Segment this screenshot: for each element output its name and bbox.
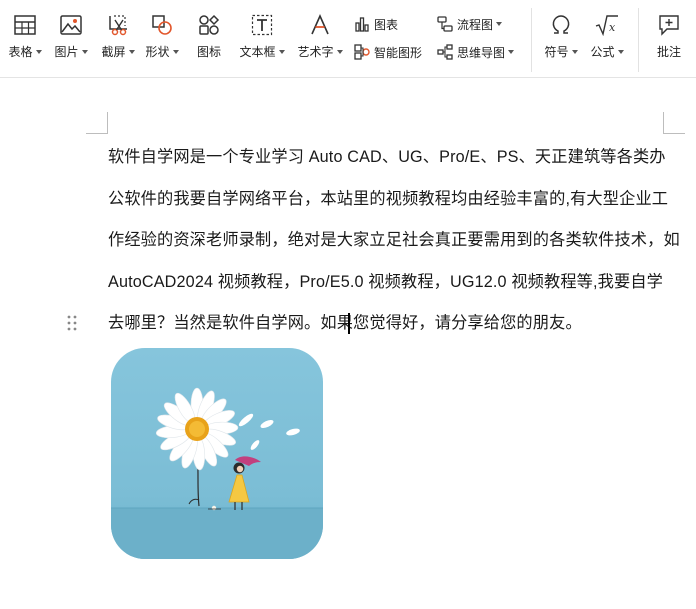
svg-text:x: x [609,21,616,34]
textbox-label: 文本框 [239,45,276,59]
table-button[interactable]: 表格 [4,0,46,60]
daisy-girl-illustration [111,348,323,559]
chevron-down-icon [172,49,179,54]
chevron-down-icon [336,49,343,54]
comment-button[interactable]: 批注 [648,0,690,60]
formula-button[interactable]: x 公式 [586,0,628,60]
mindmap-label: 思维导图 [457,45,506,60]
mindmap-icon [437,44,453,60]
formula-label: 公式 [590,45,615,59]
picture-button[interactable]: 图片 [50,0,92,60]
icon-library-icon [196,12,222,38]
chart-label: 图表 [374,17,399,32]
document-body[interactable]: 软件自学网是一个专业学习 Auto CAD、UG、Pro/E、PS、天正建筑等各… [108,137,680,345]
chevron-down-icon [617,49,624,54]
wordart-label: 艺术字 [297,45,334,59]
margin-corner-top-left [86,112,108,134]
image-icon [58,12,84,38]
inserted-image[interactable] [111,348,323,559]
text-cursor [348,313,350,334]
chevron-down-icon [571,49,578,54]
margin-corner-top-right [663,112,685,134]
wordart-icon [307,12,333,38]
flowchart-icon [437,16,453,32]
paragraph-drag-handle-icon[interactable] [66,314,78,332]
flowchart-label: 流程图 [457,17,494,32]
chevron-down-icon [128,49,135,54]
insert-ribbon: 表格 图片 截屏 形状 图标 文本框 艺术字 图表 智能图形 流程图 思维导图 … [0,0,696,78]
chevron-down-icon [508,50,515,54]
bar-chart-icon [354,16,370,32]
shapes-icon [149,12,175,38]
textbox-button[interactable]: 文本框 [236,0,288,60]
flowchart-button[interactable]: 流程图 [437,14,503,34]
screenshot-button[interactable]: 截屏 [97,0,139,60]
comment-label: 批注 [656,45,681,59]
wordart-button[interactable]: 艺术字 [294,0,346,60]
symbol-label: 符号 [544,45,569,59]
scissors-icon [105,12,131,38]
add-comment-icon [656,12,682,38]
smart-graphic-icon [354,44,370,60]
screenshot-label: 截屏 [101,45,126,59]
chart-button[interactable]: 图表 [354,14,398,34]
paragraph-line[interactable]: 软件自学网是一个专业学习 Auto CAD、UG、Pro/E、PS、天正建筑等各… [108,137,665,179]
paragraph-line[interactable]: 去哪里？当然是软件自学网。如果您觉得好，请分享给您的朋友。 [108,303,663,345]
paragraph-line[interactable]: 作经验的资深老师录制，绝对是大家立足社会真正要需用到的各类软件技术，如 [108,220,680,262]
symbol-button[interactable]: 符号 [540,0,582,60]
omega-icon [548,12,574,38]
icons-button[interactable]: 图标 [188,0,230,60]
paragraph-line[interactable]: AutoCAD2024 视频教程，Pro/E5.0 视频教程，UG12.0 视频… [108,262,663,304]
table-icon [12,12,38,38]
smartart-button[interactable]: 智能图形 [354,42,422,62]
chevron-down-icon [496,22,503,26]
chevron-down-icon [35,49,42,54]
ribbon-divider [638,8,639,72]
ribbon-divider [531,8,532,72]
mindmap-button[interactable]: 思维导图 [437,42,515,62]
smartart-label: 智能图形 [374,45,423,60]
textbox-icon [249,12,275,38]
chevron-down-icon [81,49,88,54]
icons-label: 图标 [196,45,221,59]
document-page[interactable]: 软件自学网是一个专业学习 Auto CAD、UG、Pro/E、PS、天正建筑等各… [0,79,696,609]
picture-label: 图片 [54,45,79,59]
sqrt-icon: x [594,12,620,38]
shape-label: 形状 [145,45,170,59]
chevron-down-icon [278,49,285,54]
table-label: 表格 [8,45,33,59]
shape-button[interactable]: 形状 [141,0,183,60]
paragraph-line[interactable]: 公软件的我要自学网络平台，本站里的视频教程均由经验丰富的,有大型企业工 [108,179,668,221]
